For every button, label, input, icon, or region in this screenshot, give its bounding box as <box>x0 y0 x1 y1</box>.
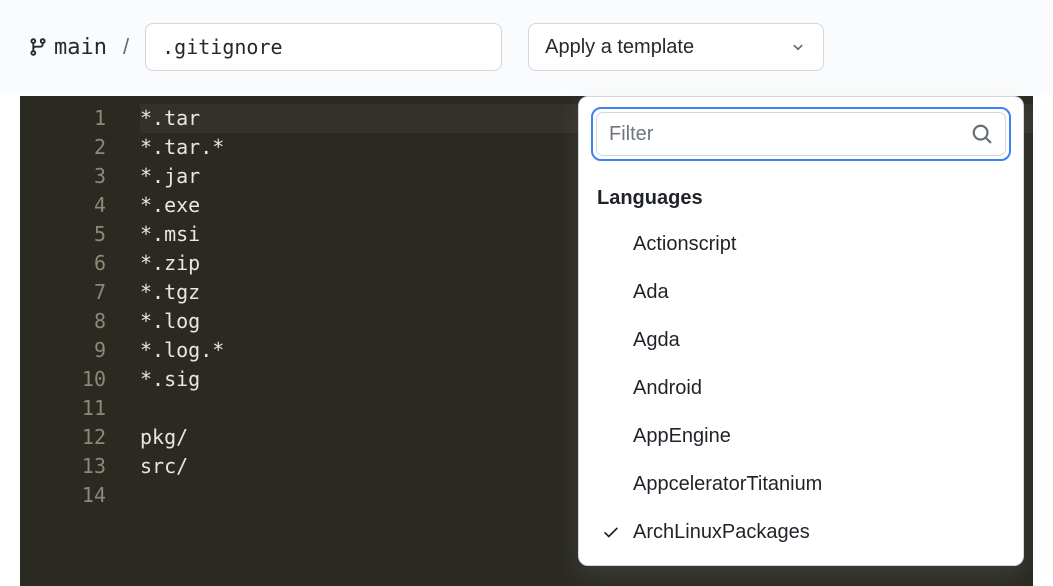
line-number: 10 <box>20 365 106 394</box>
line-number: 3 <box>20 162 106 191</box>
line-number: 9 <box>20 336 106 365</box>
line-number: 2 <box>20 133 106 162</box>
line-number: 14 <box>20 481 106 510</box>
template-item[interactable]: AppceleratorTitanium <box>589 460 1017 508</box>
search-icon <box>971 123 993 145</box>
line-number: 13 <box>20 452 106 481</box>
template-item[interactable]: Actionscript <box>589 220 1017 268</box>
line-number: 1 <box>20 104 106 133</box>
template-group-heading: Languages <box>589 175 1017 220</box>
branch-selector[interactable]: main <box>28 35 107 60</box>
line-number: 5 <box>20 220 106 249</box>
template-filter-input[interactable] <box>609 123 963 146</box>
template-item-label: ArchLinuxPackages <box>633 521 810 544</box>
chevron-down-icon <box>789 38 807 56</box>
template-item[interactable]: AppEngine <box>589 412 1017 460</box>
template-item[interactable]: Agda <box>589 316 1017 364</box>
filename-input[interactable] <box>145 23 502 71</box>
topbar: main / Apply a template <box>0 0 1053 95</box>
line-number: 6 <box>20 249 106 278</box>
template-item-label: Actionscript <box>633 233 736 256</box>
check-icon <box>597 523 625 541</box>
line-number: 12 <box>20 423 106 452</box>
apply-template-label: Apply a template <box>545 36 694 59</box>
path-separator: / <box>123 34 129 60</box>
line-number-gutter: 1234567891011121314 <box>20 96 120 586</box>
template-item-label: Ada <box>633 281 669 304</box>
template-item-label: Agda <box>633 329 680 352</box>
filter-focus-ring <box>591 107 1011 161</box>
template-list[interactable]: Languages Actionscript Ada Agda Android AppE… <box>579 171 1023 565</box>
template-item[interactable]: Android <box>589 364 1017 412</box>
line-number: 7 <box>20 278 106 307</box>
template-dropdown: Languages Actionscript Ada Agda Android AppE… <box>578 96 1024 566</box>
line-number: 11 <box>20 394 106 423</box>
branch-name: main <box>54 35 107 60</box>
template-item-label: AppceleratorTitanium <box>633 473 822 496</box>
git-branch-icon <box>28 37 48 57</box>
line-number: 8 <box>20 307 106 336</box>
template-item-label: Android <box>633 377 702 400</box>
line-number: 4 <box>20 191 106 220</box>
template-item-label: AppEngine <box>633 425 731 448</box>
template-item[interactable]: Ada <box>589 268 1017 316</box>
apply-template-button[interactable]: Apply a template <box>528 23 824 71</box>
template-item[interactable]: ArchLinuxPackages <box>589 508 1017 556</box>
